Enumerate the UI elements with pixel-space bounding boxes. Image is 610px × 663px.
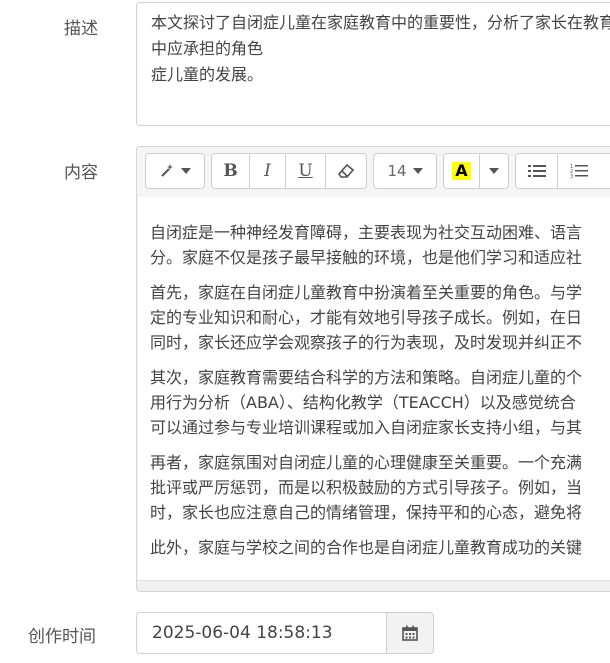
text-color-button[interactable]: A — [444, 154, 480, 188]
chevron-down-icon — [412, 168, 423, 174]
unordered-list-button[interactable] — [516, 154, 558, 188]
paragraph-line: 用行为分析（ABA）、结构化教学（TEACCH）以及感觉统合 — [150, 393, 576, 412]
color-group: A — [443, 153, 509, 189]
paragraph-line: 定的专业知识和耐心，才能有效地引导孩子成长。例如，在日 — [150, 308, 583, 327]
paragraph-line: 可以通过参与专业培训课程或加入自闭症家长支持小组，与其 — [150, 418, 583, 437]
rich-text-editor: B I U 14 A 1 2 3 自闭症是一种神经发育障碍，主要表现为社交互动困… — [136, 146, 610, 592]
editor-content-area[interactable]: 自闭症是一种神经发育障碍，主要表现为社交互动困难、语言 分。家庭不仅是孩子最早接触… — [138, 197, 610, 581]
created-time-input[interactable]: 2025-06-04 18:58:13 — [136, 612, 386, 654]
paragraph-line: 自闭症是一种神经发育障碍，主要表现为社交互动困难、语言 — [150, 223, 583, 242]
editor-paragraph: 首先，家庭在自闭症儿童教育中扮演着至关重要的角色。与学 定的专业知识和耐心，才能有… — [150, 280, 610, 355]
editor-paragraph: 此外，家庭与学校之间的合作也是自闭症儿童教育成功的关键 — [150, 535, 610, 560]
format-group: B I U — [211, 153, 367, 189]
editor-resize-bar[interactable] — [137, 580, 610, 591]
paragraph-line: 再者，家庭氛围对自闭症儿童的心理健康至关重要。一个充满 — [150, 453, 583, 472]
editor-paragraph: 其次，家庭教育需要结合科学的方法和策略。自闭症儿童的个 用行为分析（ABA）、结构… — [150, 365, 610, 440]
font-size-group: 14 — [373, 153, 437, 189]
paragraph-line: 其次，家庭教育需要结合科学的方法和策略。自闭症儿童的个 — [150, 368, 583, 387]
paragraph-line: 首先，家庭在自闭症儿童教育中扮演着至关重要的角色。与学 — [150, 283, 583, 302]
ordered-list-button[interactable]: 1 2 3 — [558, 154, 600, 188]
description-label: 描述 — [64, 19, 98, 39]
eraser-icon — [338, 164, 354, 178]
content-label: 内容 — [64, 163, 98, 183]
chevron-down-icon — [489, 168, 499, 174]
calendar-icon — [402, 625, 418, 641]
paragraph-line: 此外，家庭与学校之间的合作也是自闭症儿童教育成功的关键 — [150, 538, 583, 557]
paragraph-line: 批评或严厉惩罚，而是以积极鼓励的方式引导孩子。例如，当 — [150, 478, 583, 497]
svg-text:3: 3 — [570, 174, 573, 179]
font-size-dropdown[interactable]: 14 — [374, 154, 436, 188]
color-dropdown-button[interactable] — [480, 154, 508, 188]
clear-format-button[interactable] — [326, 154, 366, 188]
chevron-down-icon — [181, 168, 191, 174]
style-group — [145, 153, 205, 189]
list-group: 1 2 3 — [515, 153, 610, 189]
editor-paragraph: 再者，家庭氛围对自闭症儿童的心理健康至关重要。一个充满 批评或严厉惩罚，而是以积极… — [150, 450, 610, 525]
description-textarea[interactable]: 本文探讨了自闭症儿童在家庭教育中的重要性，分析了家长在教育中应承担的角色 症儿童… — [136, 2, 610, 126]
color-letter-icon: A — [452, 162, 471, 180]
created-time-label: 创作时间 — [28, 627, 96, 647]
bold-button[interactable]: B — [212, 154, 250, 188]
paragraph-line: 时，家长也应注意自己的情绪管理，保持平和的心态，避免将 — [150, 503, 583, 522]
underline-button[interactable]: U — [286, 154, 326, 188]
paragraph-line: 分。家庭不仅是孩子最早接触的环境，也是他们学习和适应社 — [150, 248, 583, 267]
editor-paragraph: 自闭症是一种神经发育障碍，主要表现为社交互动困难、语言 分。家庭不仅是孩子最早接触… — [150, 220, 610, 270]
magic-wand-icon — [161, 164, 173, 177]
paragraph-line: 同时，家长还应学会观察孩子的行为表现，及时发现并纠正不 — [150, 333, 583, 352]
bullet-list-icon — [527, 165, 546, 177]
font-size-value: 14 — [387, 162, 407, 180]
magic-style-button[interactable] — [146, 154, 204, 188]
editor-paragraphs: 自闭症是一种神经发育障碍，主要表现为社交互动困难、语言 分。家庭不仅是孩子最早接触… — [138, 197, 610, 560]
italic-button[interactable]: I — [250, 154, 286, 188]
numbered-list-icon: 1 2 3 — [570, 164, 588, 179]
editor-toolbar: B I U 14 A 1 2 3 — [137, 147, 610, 195]
calendar-button[interactable] — [386, 612, 434, 654]
